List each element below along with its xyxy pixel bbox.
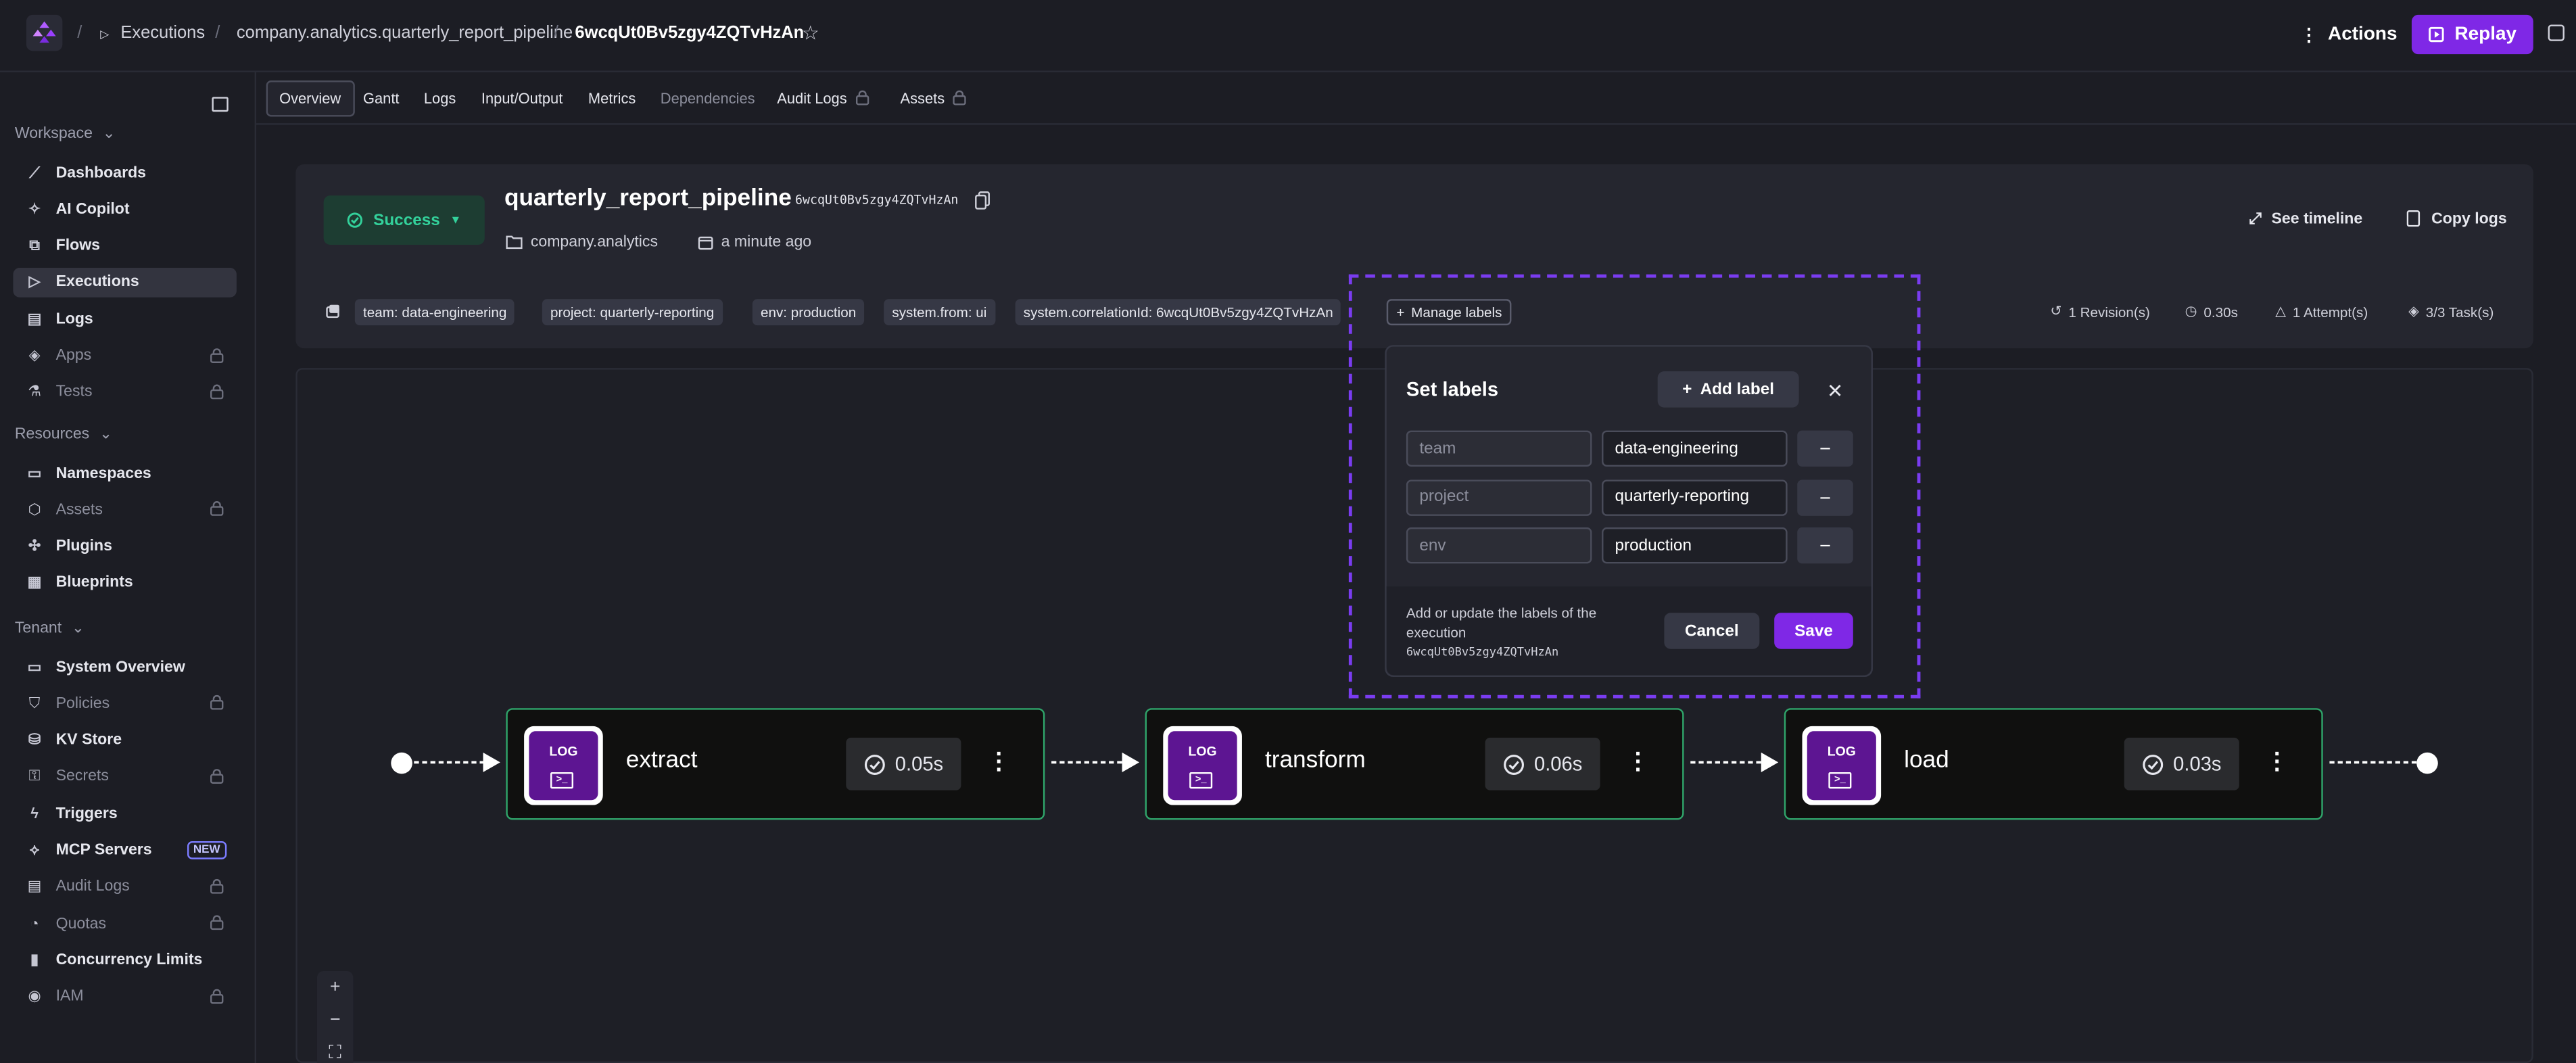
more-vertical-icon[interactable]: ⋮ xyxy=(987,748,1010,776)
check-circle-icon xyxy=(2142,753,2163,774)
task-name: transform xyxy=(1264,747,1366,774)
log-task-icon-inner: LOG >_ xyxy=(1168,731,1237,801)
app-window: / ▷ Executions / company.analytics.quarte… xyxy=(0,0,2576,1063)
task-name: load xyxy=(1904,747,1949,774)
remove-label-button[interactable]: − xyxy=(1797,479,1853,515)
check-circle-icon xyxy=(1503,753,1524,774)
terminal-icon: >_ xyxy=(1828,772,1852,789)
terminal-icon: >_ xyxy=(550,772,574,789)
fit-view-icon[interactable]: ⛶ xyxy=(317,1037,353,1063)
remove-label-button[interactable]: − xyxy=(1797,430,1853,467)
flow-edges xyxy=(414,752,2418,772)
add-label-button[interactable]: + Add label xyxy=(1657,371,1799,408)
remove-label-button[interactable]: − xyxy=(1797,527,1853,564)
zoom-controls: + − ⛶ xyxy=(316,970,354,1063)
task-duration: 0.06s xyxy=(1485,737,1600,790)
save-button[interactable]: Save xyxy=(1774,613,1853,649)
task-node-load[interactable]: LOG >_ load 0.03s ⋮ xyxy=(1784,708,2323,820)
label-value-input[interactable]: production xyxy=(1602,527,1788,564)
cancel-button[interactable]: Cancel xyxy=(1664,613,1760,649)
task-node-transform[interactable]: LOG >_ transform 0.06s ⋮ xyxy=(1145,708,1684,820)
minus-icon: − xyxy=(1819,486,1832,509)
more-vertical-icon[interactable]: ⋮ xyxy=(1627,748,1650,776)
minus-icon: − xyxy=(1819,437,1832,460)
zoom-in-button[interactable]: + xyxy=(317,971,353,1004)
label-key-input[interactable]: team xyxy=(1406,430,1592,467)
flow-end-node xyxy=(2416,752,2438,774)
check-circle-icon xyxy=(864,753,885,774)
flow-start-node xyxy=(391,752,412,774)
task-duration: 0.03s xyxy=(2124,737,2239,790)
label-value-input[interactable]: quarterly-reporting xyxy=(1602,479,1788,515)
label-value-input[interactable]: data-engineering xyxy=(1602,430,1788,467)
task-node-extract[interactable]: LOG >_ extract 0.05s ⋮ xyxy=(506,708,1045,820)
popup-execution-id: 6wcqUt0Bv5zgy4ZQTvHzAn xyxy=(1406,645,1559,659)
log-task-icon: LOG >_ xyxy=(1163,726,1242,805)
plus-icon: + xyxy=(1682,380,1692,399)
popup-description: Add or update the labels of the executio… xyxy=(1406,605,1597,641)
log-task-icon: LOG >_ xyxy=(524,726,603,805)
close-icon[interactable]: ✕ xyxy=(1827,379,1843,402)
log-task-icon: LOG >_ xyxy=(1802,726,1882,805)
label-key-input[interactable]: env xyxy=(1406,527,1592,564)
task-name: extract xyxy=(625,747,698,774)
log-task-icon-inner: LOG >_ xyxy=(1807,731,1876,801)
task-duration: 0.05s xyxy=(846,737,961,790)
terminal-icon: >_ xyxy=(1189,772,1213,789)
more-vertical-icon[interactable]: ⋮ xyxy=(2266,748,2289,776)
zoom-out-button[interactable]: − xyxy=(317,1004,353,1037)
log-task-icon-inner: LOG >_ xyxy=(529,731,598,801)
set-labels-title: Set labels xyxy=(1406,377,1499,401)
label-key-input[interactable]: project xyxy=(1406,479,1592,515)
minus-icon: − xyxy=(1819,534,1832,558)
